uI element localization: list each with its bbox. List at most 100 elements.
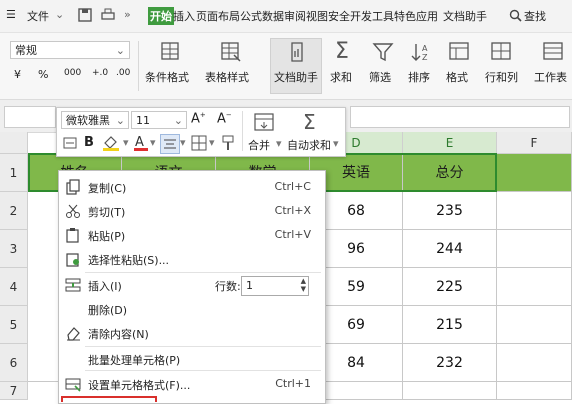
merge-icon bbox=[254, 113, 274, 131]
increase-decimal-icon[interactable]: +.0 bbox=[92, 68, 108, 78]
sum-button[interactable]: 求和 bbox=[330, 69, 352, 85]
tab-view[interactable]: 视图 bbox=[306, 8, 328, 24]
menu-item-cut[interactable]: 剪切(T) Ctrl+X bbox=[59, 200, 325, 222]
svg-text:Z: Z bbox=[422, 53, 428, 62]
merge-button[interactable]: 合并 bbox=[248, 137, 270, 153]
search-icon[interactable] bbox=[509, 9, 522, 22]
thousands-icon[interactable]: 000 bbox=[64, 68, 81, 78]
row-header-4[interactable]: 4 bbox=[0, 268, 28, 306]
tab-start[interactable]: 开始 bbox=[148, 7, 174, 25]
menu-item-clear[interactable]: 清除内容(N) bbox=[59, 322, 325, 344]
sort-button[interactable]: 排序 bbox=[408, 69, 430, 85]
tab-features[interactable]: 特色应用 bbox=[394, 8, 438, 24]
header-cell-total[interactable]: 总分 bbox=[403, 154, 497, 192]
row-header-2[interactable]: 2 bbox=[0, 192, 28, 230]
font-size-select[interactable]: 11 ⌄ bbox=[131, 111, 187, 129]
formula-input[interactable] bbox=[350, 106, 570, 128]
chevron-down-icon[interactable]: ⌄ bbox=[55, 8, 64, 21]
spinner-icon[interactable]: ▲ ▼ bbox=[301, 277, 306, 293]
cell-e7[interactable] bbox=[403, 382, 497, 400]
row-header-5[interactable]: 5 bbox=[0, 306, 28, 344]
name-box[interactable] bbox=[4, 106, 56, 128]
rows-count-input[interactable]: 1 ▲ ▼ bbox=[241, 276, 309, 296]
cell-f6[interactable] bbox=[497, 344, 572, 382]
cell-e2[interactable]: 235 bbox=[403, 192, 497, 230]
chevron-down-icon[interactable]: ▾ bbox=[333, 137, 339, 150]
filter-button[interactable]: 筛选 bbox=[369, 69, 391, 85]
chevron-down-icon[interactable]: ▾ bbox=[150, 136, 156, 149]
align-button[interactable] bbox=[160, 134, 180, 154]
ribbon: 常规 ⌄ ¥ % 000 +.0 .00 条件格式 表格样式 文档助手 Σ 求和… bbox=[0, 33, 572, 100]
chevron-down-icon[interactable]: ▾ bbox=[180, 136, 186, 149]
cell-f7[interactable] bbox=[497, 382, 572, 400]
column-header-f[interactable]: F bbox=[497, 132, 572, 154]
menu-label-cut: 剪切(T) bbox=[88, 206, 126, 219]
save-icon[interactable] bbox=[78, 8, 92, 22]
chevron-down-icon[interactable]: ▾ bbox=[209, 136, 215, 149]
border-icon[interactable] bbox=[191, 135, 207, 151]
fill-color-icon[interactable] bbox=[102, 135, 120, 151]
menu-item-batch[interactable]: 批量处理单元格(P) bbox=[59, 348, 325, 370]
row-header-3[interactable]: 3 bbox=[0, 230, 28, 268]
tab-page-layout[interactable]: 页面布局 bbox=[196, 8, 240, 24]
grow-font-icon[interactable]: A+ bbox=[191, 111, 206, 126]
chevron-down-icon[interactable]: ▾ bbox=[276, 137, 282, 150]
row-header-1[interactable]: 1 bbox=[0, 154, 28, 192]
svg-text:A: A bbox=[422, 44, 428, 53]
tab-formula[interactable]: 公式 bbox=[240, 8, 262, 24]
cell-f4[interactable] bbox=[497, 268, 572, 306]
tab-data[interactable]: 数据 bbox=[262, 8, 284, 24]
cell-f5[interactable] bbox=[497, 306, 572, 344]
rows-cols-button[interactable]: 行和列 bbox=[485, 69, 518, 85]
insert-row-icon bbox=[65, 278, 81, 292]
format-button[interactable]: 格式 bbox=[446, 69, 468, 85]
row-header-6[interactable]: 6 bbox=[0, 344, 28, 382]
corner-cell[interactable] bbox=[0, 132, 28, 154]
more-icon[interactable]: » bbox=[124, 8, 131, 21]
cell-e6[interactable]: 232 bbox=[403, 344, 497, 382]
menu-file[interactable]: 文件 bbox=[27, 8, 49, 24]
cell-e3[interactable]: 244 bbox=[403, 230, 497, 268]
paragraph-icon[interactable] bbox=[62, 135, 78, 151]
menu-item-copy[interactable]: 复制(C) Ctrl+C bbox=[59, 176, 325, 198]
currency-icon[interactable]: ¥ bbox=[14, 68, 21, 81]
search-label[interactable]: 查找 bbox=[524, 8, 546, 24]
row-header-7[interactable]: 7 bbox=[0, 382, 28, 400]
doc-assistant-label: 文档助手 bbox=[274, 71, 318, 84]
conditional-format-button[interactable]: 条件格式 bbox=[145, 69, 189, 85]
hamburger-icon[interactable]: ☰ bbox=[6, 8, 16, 21]
chevron-down-icon[interactable]: ▾ bbox=[123, 136, 129, 149]
menu-item-paste-special[interactable]: 选择性粘贴(S)... bbox=[59, 248, 325, 270]
menu-item-paste[interactable]: 粘贴(P) Ctrl+V bbox=[59, 224, 325, 246]
menu-item-format-cells[interactable]: 设置单元格格式(F)... Ctrl+1 bbox=[59, 373, 325, 395]
worksheet-button[interactable]: 工作表 bbox=[534, 69, 567, 85]
menu-label-format-cells: 设置单元格格式(F)... bbox=[88, 379, 191, 392]
menu-label-paste-special: 选择性粘贴(S)... bbox=[88, 254, 170, 267]
number-format-select[interactable]: 常规 ⌄ bbox=[10, 41, 130, 59]
header-cell-empty[interactable] bbox=[497, 154, 572, 192]
autosum-button[interactable]: 自动求和 bbox=[287, 137, 331, 153]
menu-item-delete[interactable]: 删除(D) bbox=[59, 298, 325, 320]
menu-label-batch: 批量处理单元格(P) bbox=[88, 354, 181, 367]
tab-security[interactable]: 安全 bbox=[328, 8, 350, 24]
cell-f2[interactable] bbox=[497, 192, 572, 230]
cell-e4[interactable]: 225 bbox=[403, 268, 497, 306]
font-name-select[interactable]: 微软雅黑 ⌄ bbox=[61, 111, 129, 129]
bold-button[interactable]: B bbox=[84, 135, 94, 150]
tab-review[interactable]: 审阅 bbox=[284, 8, 306, 24]
font-color-icon[interactable]: A bbox=[133, 134, 149, 152]
format-painter-icon[interactable] bbox=[220, 134, 238, 152]
percent-icon[interactable]: % bbox=[38, 68, 48, 81]
cell-f3[interactable] bbox=[497, 230, 572, 268]
tab-doc-assistant[interactable]: 文档助手 bbox=[443, 8, 487, 24]
print-icon[interactable] bbox=[101, 8, 115, 22]
align-center-icon bbox=[164, 139, 176, 149]
column-header-e[interactable]: E bbox=[403, 132, 497, 154]
decrease-decimal-icon[interactable]: .00 bbox=[116, 68, 130, 78]
cell-e5[interactable]: 215 bbox=[403, 306, 497, 344]
table-style-button[interactable]: 表格样式 bbox=[205, 69, 249, 85]
shrink-font-icon[interactable]: A− bbox=[217, 111, 232, 126]
tab-developer[interactable]: 开发工具 bbox=[350, 8, 394, 24]
menu-item-insert[interactable]: 插入(I) 行数: 1 ▲ ▼ bbox=[59, 274, 325, 296]
tab-insert[interactable]: 插入 bbox=[173, 8, 195, 24]
